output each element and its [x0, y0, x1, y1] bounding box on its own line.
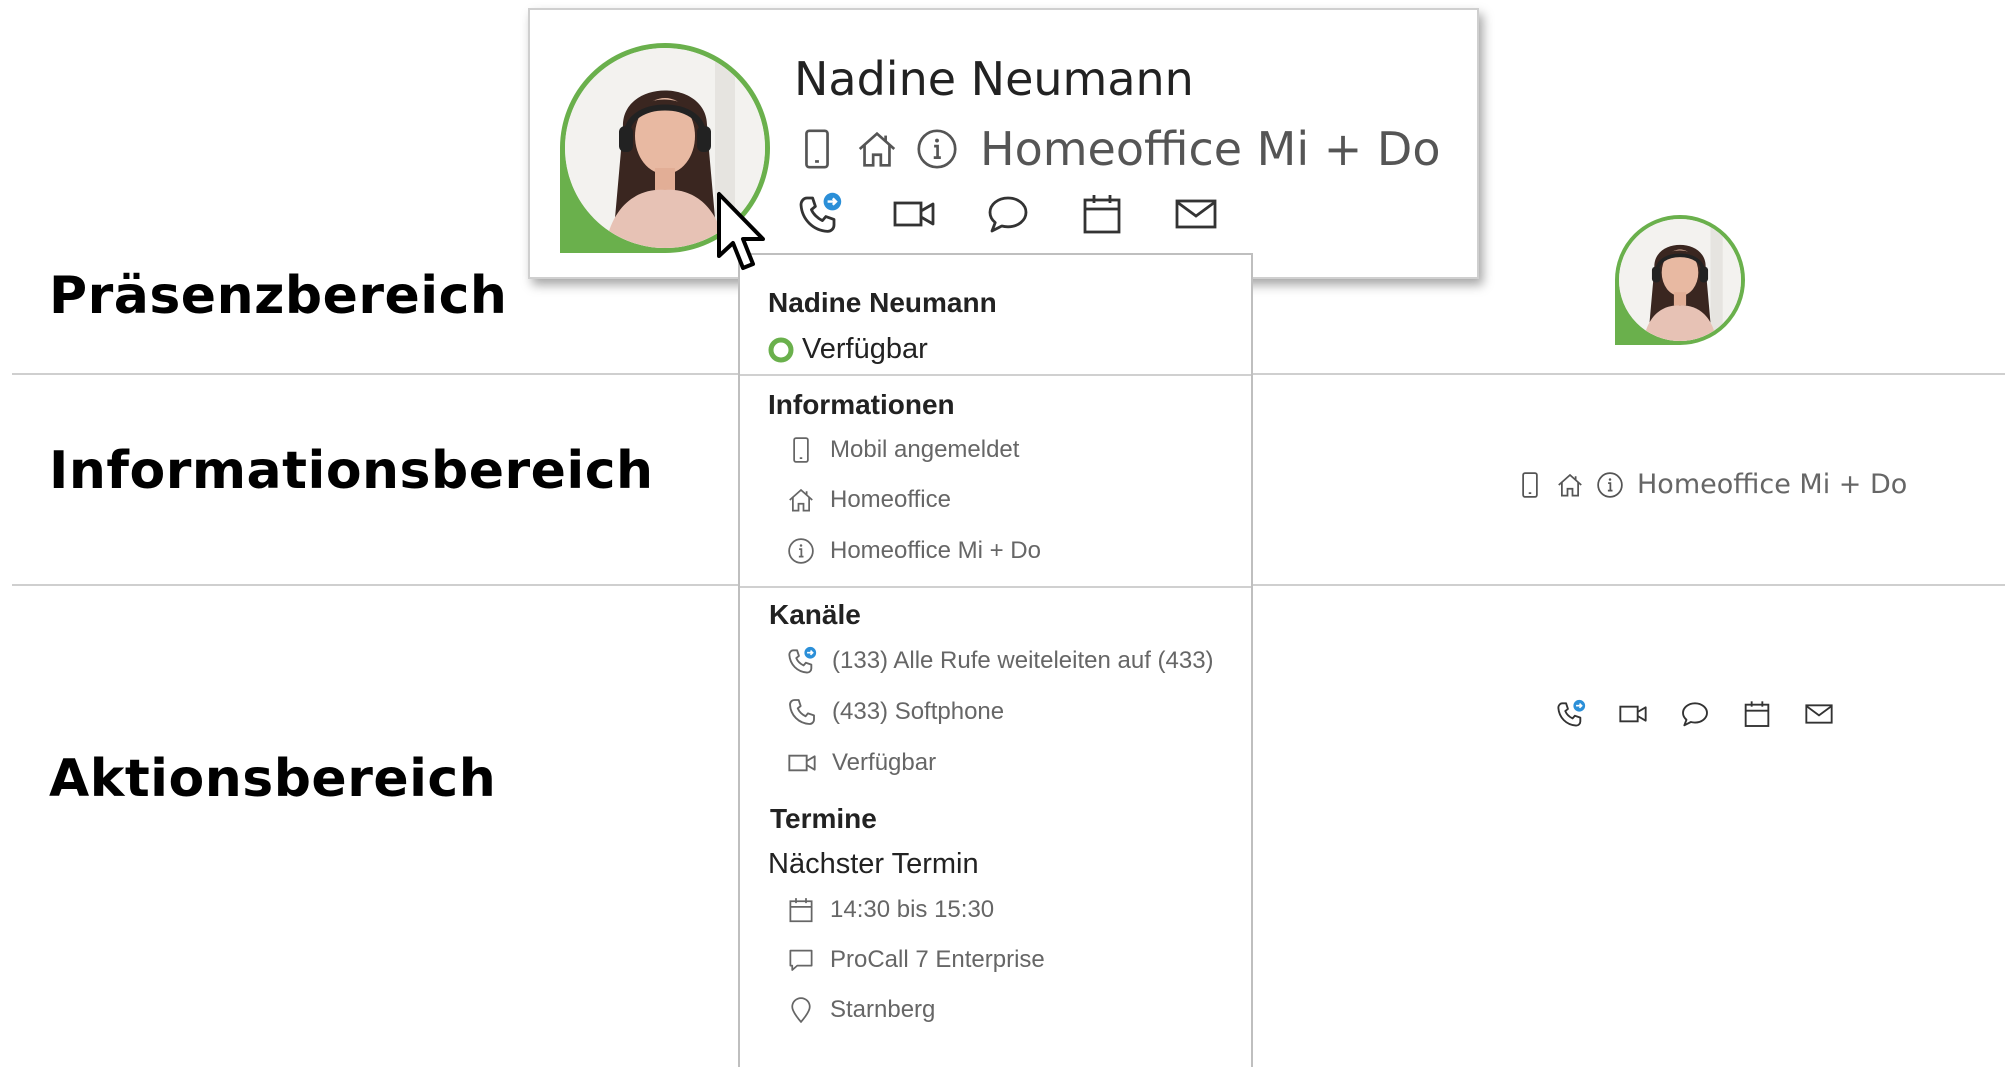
info-item-mobile: Mobil angemeldet: [786, 435, 1019, 465]
location-pin-icon: [786, 995, 816, 1025]
appointment-subject: ProCall 7 Enterprise: [786, 945, 1045, 975]
contact-card: Nadine Neumann Homeoffice Mi + Do: [528, 8, 1479, 279]
info-icon: [786, 536, 816, 566]
next-appointment-label: Nächster Termin: [768, 848, 979, 880]
info-item-note: Homeoffice Mi + Do: [786, 536, 1041, 566]
section-label-presence: Präsenzbereich: [49, 266, 508, 326]
channel-text: (133) Alle Rufe weiteleiten auf (433): [832, 647, 1214, 674]
panel-divider: [740, 374, 1251, 376]
video-icon: [1617, 698, 1649, 730]
chat-icon: [1679, 698, 1711, 730]
appointment-text: Starnberg: [830, 996, 936, 1023]
phone-forward-icon[interactable]: [796, 190, 844, 238]
appointment-location: Starnberg: [786, 995, 935, 1025]
mobile-icon: [1515, 470, 1545, 500]
info-item-text: Mobil angemeldet: [830, 436, 1020, 463]
home-icon: [854, 126, 900, 172]
contact-name: Nadine Neumann: [794, 52, 1194, 106]
mini-info-text: Homeoffice Mi + Do: [1637, 469, 1908, 500]
info-heading: Informationen: [768, 389, 955, 420]
calendar-icon: [1741, 698, 1773, 730]
home-icon: [1555, 470, 1585, 500]
mobile-icon: [794, 126, 840, 172]
section-label-actions: Aktionsbereich: [49, 749, 497, 809]
mini-avatar: [1615, 215, 1745, 345]
mouse-cursor-icon: [715, 190, 777, 276]
status-row: Verfügbar: [768, 333, 928, 366]
info-item-text: Homeoffice Mi + Do: [830, 537, 1041, 564]
appointment-text: 14:30 bis 15:30: [830, 896, 995, 923]
phone-forward-icon: [786, 645, 818, 677]
chat-icon[interactable]: [984, 190, 1032, 238]
info-icon: [1595, 470, 1625, 500]
appointment-text: ProCall 7 Enterprise: [830, 946, 1045, 973]
avatar-photo: [1615, 215, 1745, 345]
note-icon: [786, 945, 816, 975]
info-item-text: Homeoffice: [830, 486, 951, 513]
action-bar: [796, 190, 1266, 238]
info-text: Homeoffice Mi + Do: [980, 122, 1441, 176]
panel-divider: [740, 586, 1251, 588]
channel-softphone[interactable]: (433) Softphone: [786, 696, 1004, 728]
channel-text: Verfügbar: [832, 749, 937, 776]
mobile-icon: [786, 435, 816, 465]
status-available-icon: [768, 337, 794, 362]
panel-name: Nadine Neumann: [768, 287, 997, 318]
channel-video[interactable]: Verfügbar: [786, 747, 936, 779]
info-item-home: Homeoffice: [786, 485, 951, 515]
channel-forward[interactable]: (133) Alle Rufe weiteleiten auf (433): [786, 645, 1214, 677]
video-icon: [786, 747, 818, 779]
phone-forward-icon: [1555, 698, 1587, 730]
section-label-information: Informationsbereich: [49, 441, 654, 501]
status-text: Verfügbar: [802, 333, 928, 365]
phone-icon: [786, 696, 818, 728]
mini-action-bar: [1555, 698, 1865, 730]
mini-info-row: Homeoffice Mi + Do: [1515, 469, 1907, 500]
channels-heading: Kanäle: [769, 599, 861, 630]
mail-icon[interactable]: [1172, 190, 1220, 238]
mail-icon: [1803, 698, 1835, 730]
video-icon[interactable]: [890, 190, 938, 238]
calendar-icon: [786, 895, 816, 925]
calendar-icon[interactable]: [1078, 190, 1126, 238]
home-icon: [786, 485, 816, 515]
appointment-time: 14:30 bis 15:30: [786, 895, 994, 925]
info-row: Homeoffice Mi + Do: [794, 122, 1441, 176]
appointments-heading: Termine: [770, 803, 877, 834]
contact-details-panel: Nadine Neumann Verfügbar Informationen M…: [738, 253, 1253, 1067]
info-icon: [914, 126, 960, 172]
channel-text: (433) Softphone: [832, 698, 1005, 725]
